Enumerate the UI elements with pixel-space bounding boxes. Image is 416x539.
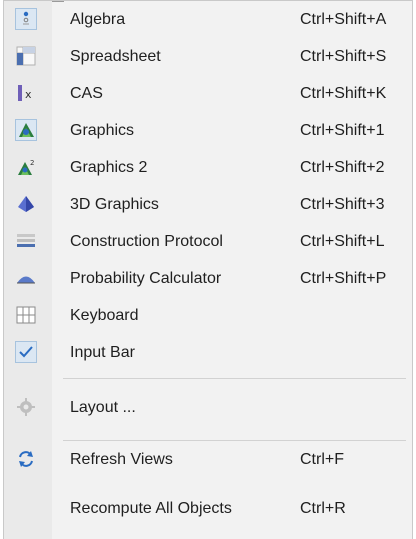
gear-icon	[15, 396, 37, 418]
menu-item-keyboard[interactable]: Keyboard	[4, 297, 412, 334]
menu-item-shortcut: Ctrl+Shift+A	[300, 10, 387, 28]
view-menu: Algebra Ctrl+Shift+A Spreadsheet Ctrl+Sh…	[3, 0, 413, 539]
menu-item-layout[interactable]: Layout ...	[4, 389, 412, 426]
refresh-icon	[15, 448, 37, 470]
keyboard-icon	[15, 304, 37, 326]
menu-item-label: Construction Protocol	[70, 232, 223, 250]
cas-view-icon: x	[15, 82, 37, 104]
spreadsheet-view-icon	[15, 45, 37, 67]
algebra-view-icon	[15, 8, 37, 30]
menu-item-label: Algebra	[70, 10, 126, 28]
menu-item-label: Input Bar	[70, 343, 135, 361]
svg-text:2: 2	[30, 159, 34, 167]
menu-item-shortcut: Ctrl+Shift+1	[300, 121, 385, 139]
menu-item-label: Refresh Views	[70, 450, 173, 468]
menu-item-3d-graphics[interactable]: 3D Graphics Ctrl+Shift+3	[4, 186, 412, 223]
menu-item-label: Keyboard	[70, 306, 139, 324]
menu-item-shortcut: Ctrl+Shift+2	[300, 158, 385, 176]
menu-item-graphics-2[interactable]: 2 Graphics 2 Ctrl+Shift+2	[4, 149, 412, 186]
graphics-2-view-icon: 2	[15, 156, 37, 178]
menu-item-probability-calculator[interactable]: Probability Calculator Ctrl+Shift+P	[4, 260, 412, 297]
menu-item-shortcut: Ctrl+Shift+S	[300, 47, 387, 65]
menu-item-input-bar[interactable]: Input Bar	[4, 334, 412, 371]
menu-item-shortcut: Ctrl+Shift+3	[300, 195, 385, 213]
menu-item-label: 3D Graphics	[70, 195, 159, 213]
menu-item-label: Layout ...	[70, 398, 136, 416]
menu-item-cas[interactable]: x CAS Ctrl+Shift+K	[4, 75, 412, 112]
menu-item-graphics[interactable]: Graphics Ctrl+Shift+1	[4, 112, 412, 149]
menu-item-label: Probability Calculator	[70, 269, 222, 287]
menu-item-shortcut: Ctrl+R	[300, 499, 346, 517]
menu-separator	[63, 378, 406, 379]
menu-item-refresh-views[interactable]: Refresh Views Ctrl+F	[4, 441, 412, 478]
menu-item-shortcut: Ctrl+Shift+P	[300, 269, 387, 287]
menu-item-label: Recompute All Objects	[70, 499, 232, 517]
menu-item-algebra[interactable]: Algebra Ctrl+Shift+A	[4, 1, 412, 38]
probability-calculator-icon	[15, 267, 37, 289]
3d-graphics-view-icon	[15, 193, 37, 215]
checkmark-icon	[15, 341, 37, 363]
menu-item-recompute-all-objects[interactable]: Recompute All Objects Ctrl+R	[4, 490, 412, 527]
menu-item-label: Graphics	[70, 121, 135, 139]
menu-item-label: Spreadsheet	[70, 47, 161, 65]
menu-item-shortcut: Ctrl+Shift+L	[300, 232, 385, 250]
menu-item-spreadsheet[interactable]: Spreadsheet Ctrl+Shift+S	[4, 38, 412, 75]
menu-item-shortcut: Ctrl+F	[300, 450, 344, 468]
menu-item-label: Graphics 2	[70, 158, 148, 176]
svg-text:x: x	[25, 88, 32, 101]
menu-item-construction-protocol[interactable]: Construction Protocol Ctrl+Shift+L	[4, 223, 412, 260]
menu-item-shortcut: Ctrl+Shift+K	[300, 84, 387, 102]
construction-protocol-icon	[15, 230, 37, 252]
menu-item-label: CAS	[70, 84, 103, 102]
graphics-view-icon	[15, 119, 37, 141]
